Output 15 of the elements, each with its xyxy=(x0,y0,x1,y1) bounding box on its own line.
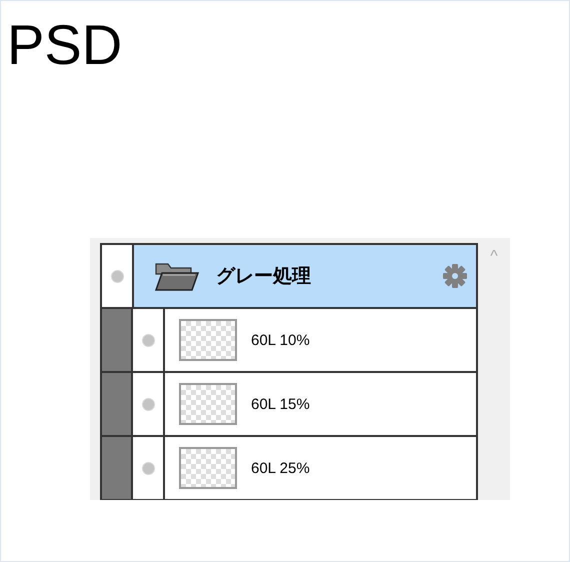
layer-row[interactable]: 60L 25% xyxy=(102,437,476,500)
layer-thumbnail xyxy=(179,447,237,489)
group-name: グレー処理 xyxy=(216,265,312,289)
page-title: PSD xyxy=(7,15,122,75)
layer-thumbnail xyxy=(179,319,237,361)
layer-row[interactable]: 60L 10% xyxy=(102,309,476,373)
layer-row[interactable]: 60L 15% xyxy=(102,373,476,437)
layer-name: 60L 25% xyxy=(251,460,310,476)
layer-name: 60L 15% xyxy=(251,396,310,412)
visibility-toggle[interactable] xyxy=(142,462,154,474)
visibility-toggle[interactable] xyxy=(142,398,154,410)
layer-thumbnail xyxy=(179,383,237,425)
visibility-toggle[interactable] xyxy=(142,334,154,346)
layer-name: 60L 10% xyxy=(251,332,310,348)
visibility-toggle[interactable] xyxy=(110,270,124,282)
